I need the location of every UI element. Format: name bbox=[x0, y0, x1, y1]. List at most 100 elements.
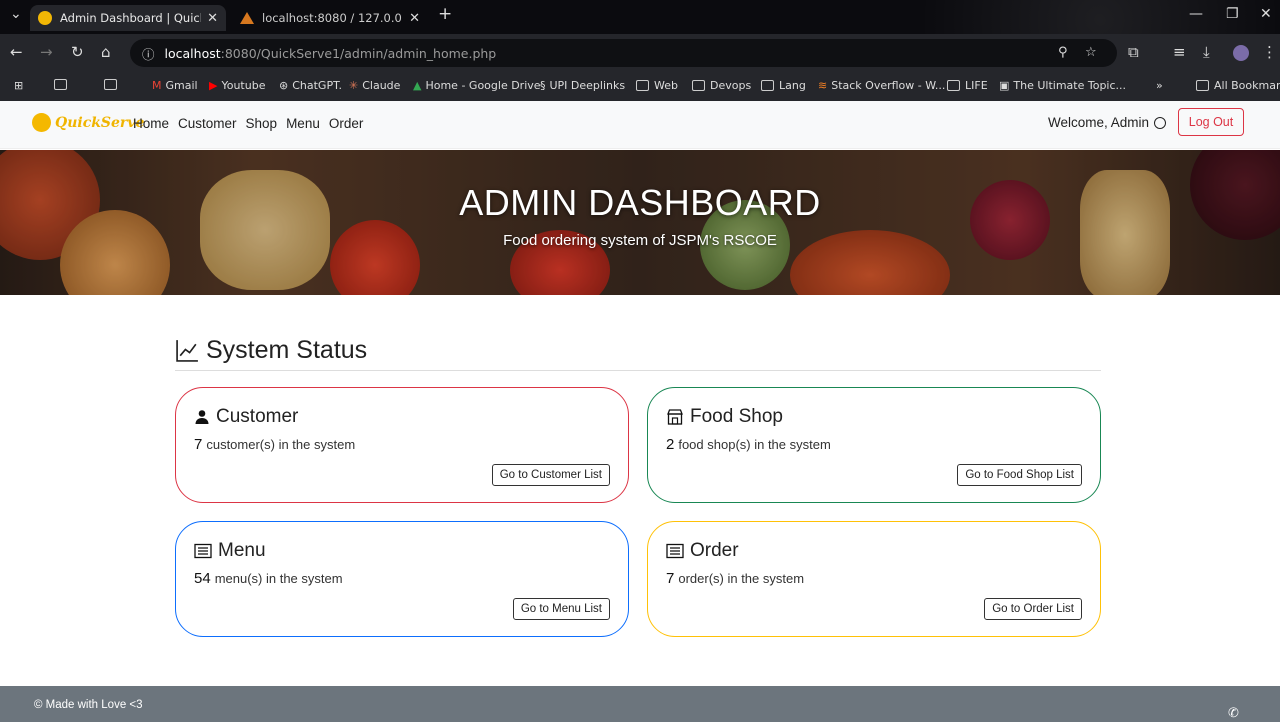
go-to-order-list-button[interactable]: Go to Order List bbox=[984, 598, 1082, 620]
customer-card: Customer 7 customer(s) in the system Go t… bbox=[175, 387, 629, 503]
bookmark-label: ChatGPT. bbox=[292, 79, 342, 92]
close-icon[interactable]: ✕ bbox=[409, 11, 420, 26]
menu-dots-icon[interactable]: ⋮ bbox=[1262, 43, 1277, 61]
card-title: Menu bbox=[194, 540, 610, 562]
tab-title: localhost:8080 / 127.0.0.1 / quic bbox=[262, 11, 403, 25]
restore-icon[interactable]: ❐ bbox=[1226, 6, 1239, 22]
bookmark-label: Home - Google Drive bbox=[425, 79, 541, 92]
apps-grid-icon[interactable]: ⊞ bbox=[14, 79, 23, 92]
bookmark-web[interactable]: Web bbox=[636, 79, 678, 92]
tab-title: Admin Dashboard | QuickServe bbox=[60, 11, 201, 25]
extensions-icon[interactable]: ⧉ bbox=[1128, 43, 1139, 61]
list-icon bbox=[666, 543, 684, 559]
go-to-menu-list-button[interactable]: Go to Menu List bbox=[512, 598, 610, 620]
bookmark-youtube[interactable]: ▶ Youtube bbox=[209, 79, 265, 92]
bookmark-ultimate-topic[interactable]: ▣ The Ultimate Topic... bbox=[999, 79, 1126, 92]
quickserve-logo[interactable]: QuickServe bbox=[32, 113, 144, 132]
claude-icon: ✳ bbox=[349, 79, 359, 92]
bookmark-label: Lang bbox=[779, 79, 806, 92]
page: QuickServe Home Customer Shop Menu Order… bbox=[0, 101, 1280, 722]
site-info-icon[interactable]: ⓘ bbox=[142, 44, 155, 63]
profile-avatar[interactable] bbox=[1233, 45, 1249, 61]
tab-phpmyadmin[interactable]: localhost:8080 / 127.0.0.1 / quic ✕ bbox=[232, 5, 428, 31]
folder-icon[interactable] bbox=[54, 79, 72, 90]
food-shop-count: 2 bbox=[666, 436, 675, 453]
bookmark-star-icon[interactable]: ☆ bbox=[1085, 45, 1097, 60]
bookmark-life[interactable]: LIFE bbox=[947, 79, 988, 92]
nav-shop[interactable]: Shop bbox=[246, 116, 278, 131]
card-title: Food Shop bbox=[666, 406, 1082, 428]
bookmark-label: All Bookmarks bbox=[1214, 79, 1280, 92]
food-shop-card: Food Shop 2 food shop(s) in the system Go… bbox=[647, 387, 1101, 503]
upi-icon: § bbox=[540, 79, 546, 92]
bookmarks-bar: ⊞ M Gmail ▶ Youtube ⊛ ChatGPT. ✳ Claude ▲ Hom… bbox=[0, 72, 1280, 101]
card-count-text: menu(s) in the system bbox=[214, 571, 343, 586]
card-title-text: Menu bbox=[218, 540, 266, 561]
navbar: QuickServe Home Customer Shop Menu Order… bbox=[0, 101, 1280, 149]
close-window-icon[interactable]: ✕ bbox=[1260, 6, 1272, 22]
go-to-customer-list-button[interactable]: Go to Customer List bbox=[491, 464, 610, 486]
forward-icon[interactable]: → bbox=[40, 43, 53, 61]
chatgpt-icon: ⊛ bbox=[279, 79, 289, 92]
bookmark-google-drive[interactable]: ▲ Home - Google Drive bbox=[413, 79, 541, 92]
nav-customer[interactable]: Customer bbox=[178, 116, 237, 131]
download-icon[interactable]: ⤓ bbox=[1203, 43, 1210, 61]
card-title: Order bbox=[666, 540, 1082, 562]
user-circle-icon bbox=[1154, 116, 1167, 129]
order-card: Order 7 order(s) in the system Go to Orde… bbox=[647, 521, 1101, 637]
logout-button[interactable]: Log Out bbox=[1178, 108, 1244, 136]
nav-menu: Home Customer Shop Menu Order bbox=[133, 116, 363, 131]
bookmark-stackoverflow[interactable]: ≋ Stack Overflow - W... bbox=[818, 79, 945, 92]
bookmark-label: Youtube bbox=[221, 79, 266, 92]
menu-card: Menu 54 menu(s) in the system Go to Menu … bbox=[175, 521, 629, 637]
nav-order[interactable]: Order bbox=[329, 116, 364, 131]
folder-icon bbox=[761, 80, 774, 91]
back-icon[interactable]: ← bbox=[10, 43, 23, 61]
nav-menu-item[interactable]: Menu bbox=[286, 116, 320, 131]
customer-count: 7 bbox=[194, 436, 203, 453]
bookmark-chatgpt[interactable]: ⊛ ChatGPT. bbox=[279, 79, 342, 92]
home-icon[interactable]: ⌂ bbox=[101, 43, 111, 61]
reload-icon[interactable]: ↻ bbox=[71, 43, 84, 61]
tab-search-icon[interactable]: ⌄ bbox=[10, 6, 22, 22]
url-bar[interactable]: ⓘ localhost:8080/QuickServe1/admin/admin… bbox=[130, 39, 1117, 67]
card-count-line: 7 customer(s) in the system bbox=[194, 436, 610, 453]
system-status-header: System Status bbox=[175, 330, 1101, 371]
more-bookmarks-icon[interactable]: » bbox=[1156, 79, 1163, 92]
bookmark-lang[interactable]: Lang bbox=[761, 79, 806, 92]
phone-icon[interactable]: ✆ bbox=[1228, 705, 1239, 721]
minimize-icon[interactable]: — bbox=[1189, 6, 1203, 22]
shop-icon bbox=[667, 409, 683, 425]
browser-chrome: ⌄ Admin Dashboard | QuickServe ✕ localho… bbox=[0, 0, 1280, 101]
url-path: :8080/QuickServe1/admin/admin_home.php bbox=[220, 45, 497, 61]
folder-icon bbox=[636, 80, 649, 91]
zoom-icon[interactable]: ⚲ bbox=[1058, 45, 1068, 60]
bookmark-label: Devops bbox=[710, 79, 752, 92]
hero-subtitle: Food ordering system of JSPM's RSCOE bbox=[503, 232, 777, 249]
card-title-text: Customer bbox=[216, 406, 299, 427]
close-icon[interactable]: ✕ bbox=[207, 11, 218, 26]
media-icon[interactable]: ≡ bbox=[1173, 43, 1186, 61]
gmail-icon: M bbox=[152, 79, 162, 92]
logo-text: QuickServe bbox=[55, 114, 145, 131]
youtube-icon: ▶ bbox=[209, 79, 218, 92]
card-count-line: 54 menu(s) in the system bbox=[194, 570, 610, 587]
bookmark-label: Claude bbox=[362, 79, 401, 92]
bookmark-upi[interactable]: § UPI Deeplinks bbox=[540, 79, 625, 92]
bookmark-gmail[interactable]: M Gmail bbox=[152, 79, 198, 92]
person-icon bbox=[195, 410, 209, 424]
bookmark-label: UPI Deeplinks bbox=[549, 79, 626, 92]
card-count-line: 7 order(s) in the system bbox=[666, 570, 1082, 587]
bookmark-claude[interactable]: ✳ Claude bbox=[349, 79, 400, 92]
new-tab-icon[interactable]: + bbox=[438, 4, 452, 24]
folder-icon bbox=[1196, 80, 1209, 91]
folder-icon[interactable] bbox=[104, 79, 122, 90]
bookmark-label: Stack Overflow - W... bbox=[831, 79, 946, 92]
all-bookmarks[interactable]: All Bookmarks bbox=[1196, 79, 1280, 92]
go-to-food-shop-list-button[interactable]: Go to Food Shop List bbox=[957, 464, 1082, 486]
nav-home[interactable]: Home bbox=[133, 116, 169, 131]
tab-admin-dashboard[interactable]: Admin Dashboard | QuickServe ✕ bbox=[30, 5, 226, 31]
drive-icon: ▲ bbox=[413, 79, 422, 92]
bookmark-devops[interactable]: Devops bbox=[692, 79, 751, 92]
footer: © Made with Love <3 ✆ bbox=[0, 686, 1280, 722]
